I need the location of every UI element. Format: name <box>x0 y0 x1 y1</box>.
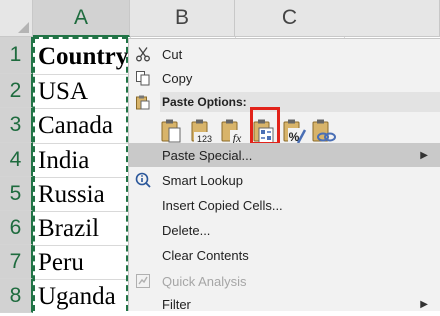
copy-icon <box>136 71 150 86</box>
row-header-7[interactable]: 7 <box>0 245 33 279</box>
cell-a2[interactable]: USA <box>38 75 130 109</box>
row-header-6[interactable]: 6 <box>0 211 33 245</box>
column-header-b[interactable]: B <box>130 0 235 37</box>
paste-link-icon[interactable] <box>310 117 336 145</box>
menu-item-smart-lookup[interactable]: Smart Lookup <box>129 168 440 192</box>
menu-item-label: Clear Contents <box>162 247 249 263</box>
menu-item-filter[interactable]: Filter ▶ <box>129 292 440 316</box>
row-header-5[interactable]: 5 <box>0 177 33 211</box>
menu-item-cut[interactable]: Cut <box>129 42 440 66</box>
cell-a3[interactable]: Canada <box>38 109 130 143</box>
cell-a5[interactable]: Russia <box>38 178 130 212</box>
paste-options-header: Paste Options: <box>160 92 440 112</box>
menu-item-label: Smart Lookup <box>162 172 243 188</box>
paste-icon[interactable] <box>159 117 185 145</box>
paste-values-icon[interactable]: 123 <box>189 117 215 145</box>
highlight-box <box>250 107 280 145</box>
smart-lookup-icon <box>135 172 151 188</box>
menu-item-copy[interactable]: Copy <box>129 66 440 90</box>
menu-item-clear-contents[interactable]: Clear Contents <box>129 243 440 267</box>
menu-item-label: Insert Copied Cells... <box>162 197 283 213</box>
menu-item-label: Quick Analysis <box>162 273 247 289</box>
paste-options-icon <box>136 95 150 110</box>
menu-item-label: Copy <box>162 70 193 86</box>
submenu-arrow-icon: ▶ <box>420 149 428 161</box>
cell-a4[interactable]: India <box>38 144 130 178</box>
submenu-arrow-icon: ▶ <box>420 298 428 310</box>
menu-item-quick-analysis[interactable]: Quick Analysis <box>129 269 440 293</box>
select-all-button[interactable] <box>0 0 33 37</box>
row-header-8[interactable]: 8 <box>0 279 33 313</box>
paste-options-label: Paste Options: <box>162 95 247 109</box>
menu-item-delete[interactable]: Delete... <box>129 218 440 242</box>
row-header-1[interactable]: 1 <box>0 37 33 74</box>
menu-item-insert-copied-cells[interactable]: Insert Copied Cells... <box>129 193 440 217</box>
menu-item-label: Filter <box>162 296 191 312</box>
column-header-a[interactable]: A <box>33 0 130 37</box>
menu-item-label: Cut <box>162 46 183 62</box>
column-header-c[interactable]: C <box>235 0 440 37</box>
scissors-icon <box>136 47 150 62</box>
cell-a6[interactable]: Brazil <box>38 212 130 246</box>
cell-a7[interactable]: Peru <box>38 246 130 280</box>
row-header-2[interactable]: 2 <box>0 74 33 108</box>
paste-formatting-icon[interactable]: % <box>281 117 307 145</box>
cell-a1[interactable]: Country <box>38 40 130 74</box>
row-header-4[interactable]: 4 <box>0 143 33 177</box>
context-menu: Cut Copy Paste Options: 123 fx % Paste S… <box>128 38 440 312</box>
row-header-3[interactable]: 3 <box>0 108 33 143</box>
menu-item-label: Delete... <box>162 222 211 238</box>
menu-item-paste-special[interactable]: Paste Special... ▶ <box>129 143 440 167</box>
menu-item-label: Paste Special... <box>162 147 253 163</box>
paste-formulas-icon[interactable]: fx <box>219 117 245 145</box>
cell-a8[interactable]: Uganda <box>38 280 130 314</box>
quick-analysis-icon <box>136 274 150 288</box>
